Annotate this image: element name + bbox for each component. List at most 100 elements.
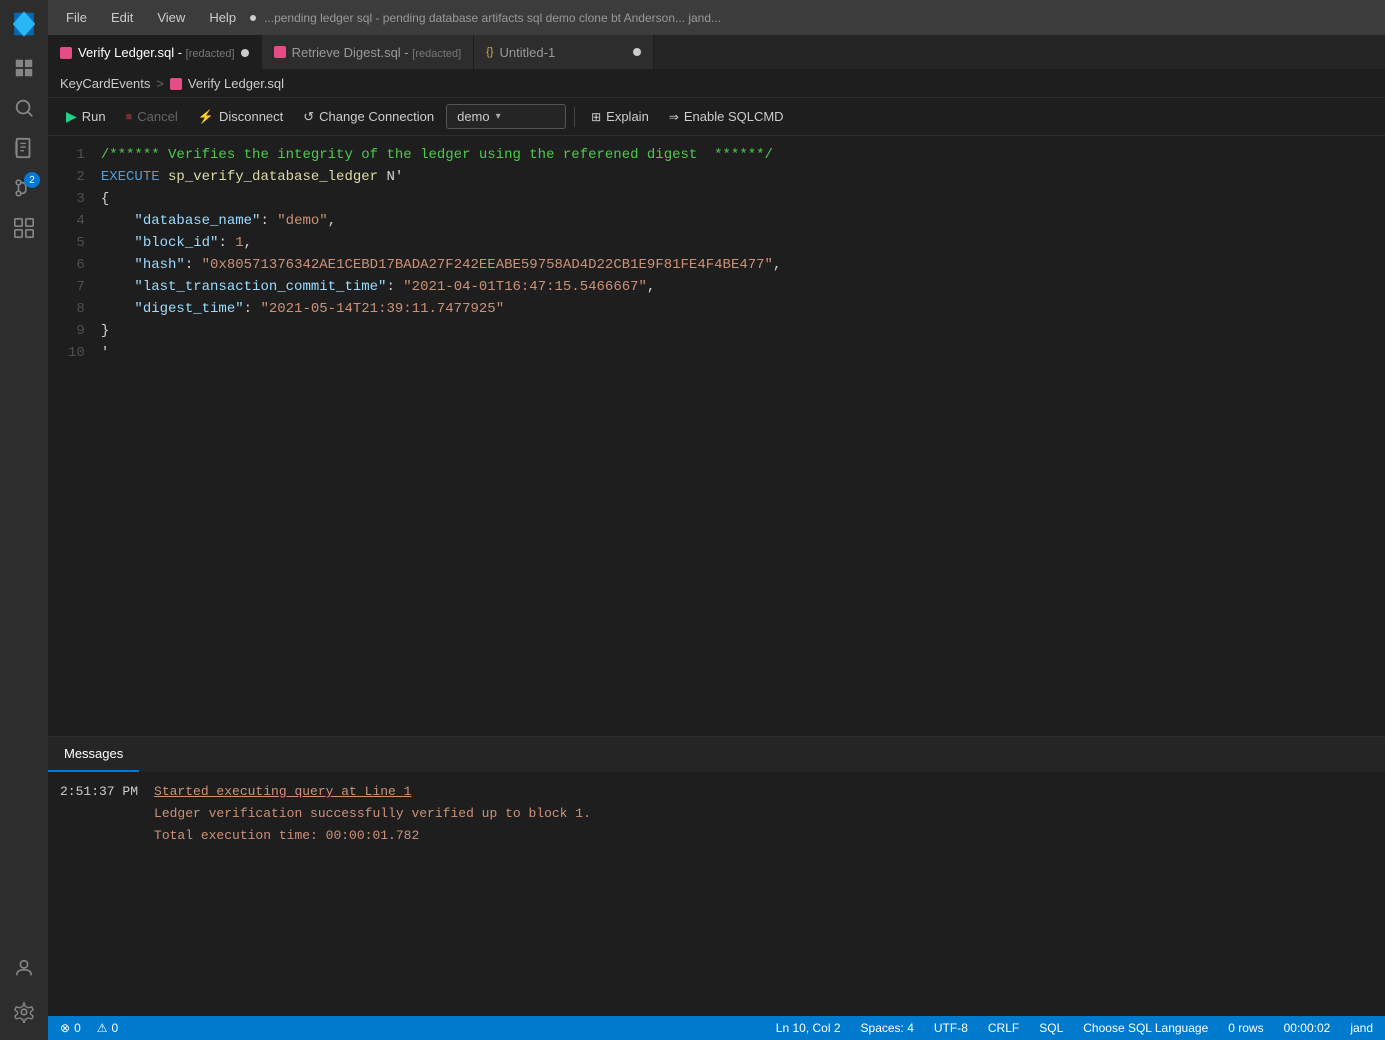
line-ending-value: CRLF — [988, 1021, 1019, 1035]
user-name[interactable]: jand — [1346, 1021, 1377, 1035]
breadcrumb-file-icon — [170, 78, 182, 90]
messages-panel: Messages 2:51:37 PM Started executing qu… — [48, 736, 1385, 1016]
tab-label-verify: Verify Ledger.sql - [redacted] — [78, 45, 235, 60]
cursor-pos-value: Ln 10, Col 2 — [776, 1021, 841, 1035]
menu-help[interactable]: Help — [203, 8, 242, 27]
notebooks-icon[interactable] — [4, 128, 44, 168]
message-line-2: Total execution time: 00:00:01.782 — [154, 825, 591, 847]
breadcrumb-separator: > — [156, 76, 164, 91]
connection-value: demo — [457, 109, 490, 124]
toolbar-separator — [574, 107, 575, 127]
toolbar: ▶ Run ■ Cancel ⚡ Disconnect ↺ Change Con… — [48, 98, 1385, 136]
message-timestamp: 2:51:37 PM — [60, 781, 138, 847]
extensions-icon[interactable] — [4, 208, 44, 248]
error-count[interactable]: ⊗ 0 — [56, 1021, 85, 1035]
execution-time[interactable]: 00:00:02 — [1280, 1021, 1335, 1035]
breadcrumb: KeyCardEvents > Verify Ledger.sql — [48, 70, 1385, 98]
line-numbers: 1 2 3 4 5 6 7 8 9 10 — [48, 144, 101, 728]
error-icon: ⊗ — [60, 1021, 70, 1035]
breadcrumb-file[interactable]: Verify Ledger.sql — [188, 76, 284, 91]
app-logo — [4, 4, 44, 44]
disconnect-label: Disconnect — [219, 109, 283, 124]
breadcrumb-folder[interactable]: KeyCardEvents — [60, 76, 150, 91]
title-bar: File Edit View Help ...pending ledger sq… — [48, 0, 1385, 35]
row-count[interactable]: 0 rows — [1224, 1021, 1267, 1035]
run-label: Run — [82, 109, 106, 124]
json-file-icon: {} — [486, 46, 493, 58]
row-count-value: 0 rows — [1228, 1021, 1263, 1035]
choose-language-value: Choose SQL Language — [1083, 1021, 1208, 1035]
change-connection-label: Change Connection — [319, 109, 434, 124]
indentation-value: Spaces: 4 — [861, 1021, 914, 1035]
status-right: Ln 10, Col 2 Spaces: 4 UTF-8 CRLF SQL Ch… — [772, 1021, 1377, 1035]
title-dot — [250, 15, 256, 21]
language-mode[interactable]: SQL — [1035, 1021, 1067, 1035]
message-line-1: Ledger verification successfully verifie… — [154, 803, 591, 825]
editor-area[interactable]: 1 2 3 4 5 6 7 8 9 10 /****** Verifies th… — [48, 136, 1385, 736]
sqlcmd-icon: ⇒ — [669, 110, 679, 124]
explain-icon: ⊞ — [591, 110, 601, 124]
execution-time-value: 00:00:02 — [1284, 1021, 1331, 1035]
warning-icon: ⚠ — [97, 1021, 108, 1035]
cancel-label: Cancel — [137, 109, 177, 124]
run-icon: ▶ — [66, 108, 77, 125]
menu-file[interactable]: File — [60, 8, 93, 27]
tab-retrieve-digest[interactable]: Retrieve Digest.sql - [redacted] — [262, 35, 475, 69]
line-ending[interactable]: CRLF — [984, 1021, 1023, 1035]
menu-view[interactable]: View — [151, 8, 191, 27]
enable-sqlcmd-button[interactable]: ⇒ Enable SQLCMD — [661, 105, 792, 128]
code-editor[interactable]: /****** Verifies the integrity of the le… — [101, 144, 1385, 728]
tab-unsaved-dot — [241, 49, 249, 57]
menu-bar: File Edit View Help — [60, 8, 242, 27]
explorer-icon[interactable] — [4, 48, 44, 88]
connection-dropdown[interactable]: demo ▾ — [446, 104, 566, 129]
status-left: ⊗ 0 ⚠ 0 — [56, 1021, 122, 1035]
encoding-value: UTF-8 — [934, 1021, 968, 1035]
git-icon[interactable]: 2 — [4, 168, 44, 208]
change-connection-icon: ↺ — [303, 109, 314, 125]
warning-count-value: 0 — [112, 1021, 119, 1035]
search-icon[interactable] — [4, 88, 44, 128]
disconnect-icon: ⚡ — [198, 109, 214, 125]
explain-button[interactable]: ⊞ Explain — [583, 105, 657, 128]
choose-language[interactable]: Choose SQL Language — [1079, 1021, 1212, 1035]
cancel-icon: ■ — [126, 111, 133, 123]
disconnect-button[interactable]: ⚡ Disconnect — [190, 105, 292, 129]
messages-tab-bar: Messages — [48, 737, 1385, 773]
run-button[interactable]: ▶ Run — [58, 104, 114, 129]
messages-content: 2:51:37 PM Started executing query at Li… — [48, 773, 1385, 1016]
tab-label-untitled: Untitled-1 — [500, 45, 628, 60]
error-count-value: 0 — [74, 1021, 81, 1035]
sql-file-icon-2 — [274, 46, 286, 58]
messages-tab-label: Messages — [64, 746, 123, 761]
tab-label-retrieve: Retrieve Digest.sql - [redacted] — [292, 45, 462, 60]
message-link[interactable]: Started executing query at Line 1 — [154, 784, 411, 799]
settings-icon[interactable] — [4, 992, 44, 1032]
change-connection-button[interactable]: ↺ Change Connection — [295, 105, 442, 129]
dropdown-arrow-icon: ▾ — [496, 111, 501, 122]
status-bar: ⊗ 0 ⚠ 0 Ln 10, Col 2 Spaces: 4 UTF-8 CRL… — [48, 1016, 1385, 1040]
explain-label: Explain — [606, 109, 649, 124]
title-path: ...pending ledger sql - pending database… — [264, 11, 721, 25]
tab-untitled-dot — [633, 48, 641, 56]
account-icon[interactable] — [4, 948, 44, 988]
indentation[interactable]: Spaces: 4 — [857, 1021, 918, 1035]
user-name-value: jand — [1350, 1021, 1373, 1035]
message-row: 2:51:37 PM Started executing query at Li… — [60, 781, 1373, 847]
git-badge: 2 — [24, 172, 40, 188]
tab-untitled-1[interactable]: {} Untitled-1 — [474, 35, 654, 69]
activity-bar: 2 — [0, 0, 48, 1040]
encoding[interactable]: UTF-8 — [930, 1021, 972, 1035]
tab-verify-ledger[interactable]: Verify Ledger.sql - [redacted] — [48, 35, 262, 69]
tab-bar: Verify Ledger.sql - [redacted] Retrieve … — [48, 35, 1385, 70]
cancel-button[interactable]: ■ Cancel — [118, 105, 186, 128]
tab-messages[interactable]: Messages — [48, 737, 139, 772]
activity-bar-bottom — [4, 948, 44, 1040]
warning-count[interactable]: ⚠ 0 — [93, 1021, 122, 1035]
sql-file-icon — [60, 47, 72, 59]
code-container: 1 2 3 4 5 6 7 8 9 10 /****** Verifies th… — [48, 136, 1385, 736]
main-content: File Edit View Help ...pending ledger sq… — [48, 0, 1385, 1040]
cursor-position[interactable]: Ln 10, Col 2 — [772, 1021, 845, 1035]
message-body: Started executing query at Line 1 Ledger… — [154, 781, 591, 847]
menu-edit[interactable]: Edit — [105, 8, 139, 27]
